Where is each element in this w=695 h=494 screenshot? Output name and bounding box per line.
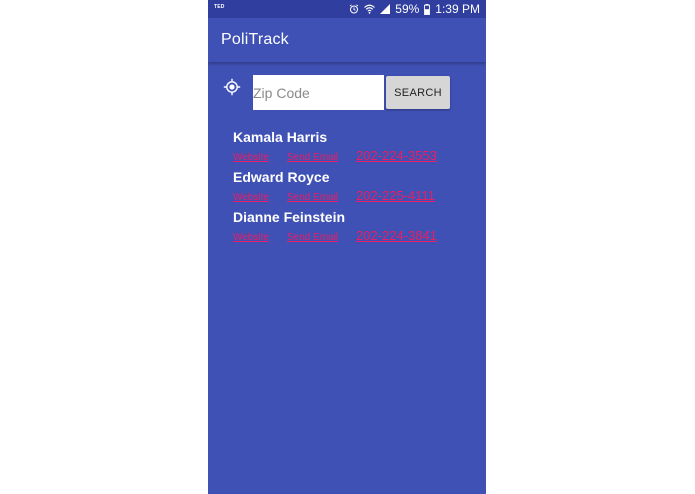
- representative-name: Edward Royce: [233, 169, 330, 185]
- status-icons: 59% 1:39 PM: [349, 2, 480, 16]
- representative-item: Kamala Harris Website Send Email 202-224…: [233, 129, 473, 169]
- send-email-link[interactable]: Send Email: [287, 192, 338, 203]
- website-link[interactable]: Website: [233, 192, 269, 203]
- representative-item: Edward Royce Website Send Email 202-225-…: [233, 169, 473, 209]
- representative-name: Dianne Feinstein: [233, 209, 346, 225]
- app-title: PoliTrack: [221, 31, 289, 48]
- representative-name: Kamala Harris: [233, 129, 328, 145]
- website-link[interactable]: Website: [233, 152, 269, 163]
- gps-location-icon[interactable]: [223, 78, 241, 96]
- phone-link[interactable]: 202-224-3841: [356, 228, 437, 243]
- phone-screen: TED 59% 1:39 PM PoliTrack Zip Code SEARC…: [208, 0, 486, 494]
- status-time: 1:39 PM: [435, 2, 480, 16]
- status-bar: TED 59% 1:39 PM: [208, 0, 486, 18]
- battery-percent: 59%: [395, 2, 420, 16]
- app-bar: PoliTrack: [208, 18, 486, 62]
- signal-icon: [380, 4, 391, 14]
- phone-link[interactable]: 202-225-4111: [356, 188, 435, 203]
- phone-link[interactable]: 202-224-3553: [356, 148, 437, 163]
- alarm-icon: [349, 4, 359, 14]
- carrier-label: TED: [214, 4, 225, 10]
- zip-code-input[interactable]: [253, 75, 384, 110]
- send-email-link[interactable]: Send Email: [287, 232, 338, 243]
- battery-icon: [424, 3, 431, 15]
- send-email-link[interactable]: Send Email: [287, 152, 338, 163]
- wifi-icon: [364, 4, 376, 14]
- search-button[interactable]: SEARCH: [386, 76, 450, 109]
- website-link[interactable]: Website: [233, 232, 269, 243]
- representative-item: Dianne Feinstein Website Send Email 202-…: [233, 209, 473, 249]
